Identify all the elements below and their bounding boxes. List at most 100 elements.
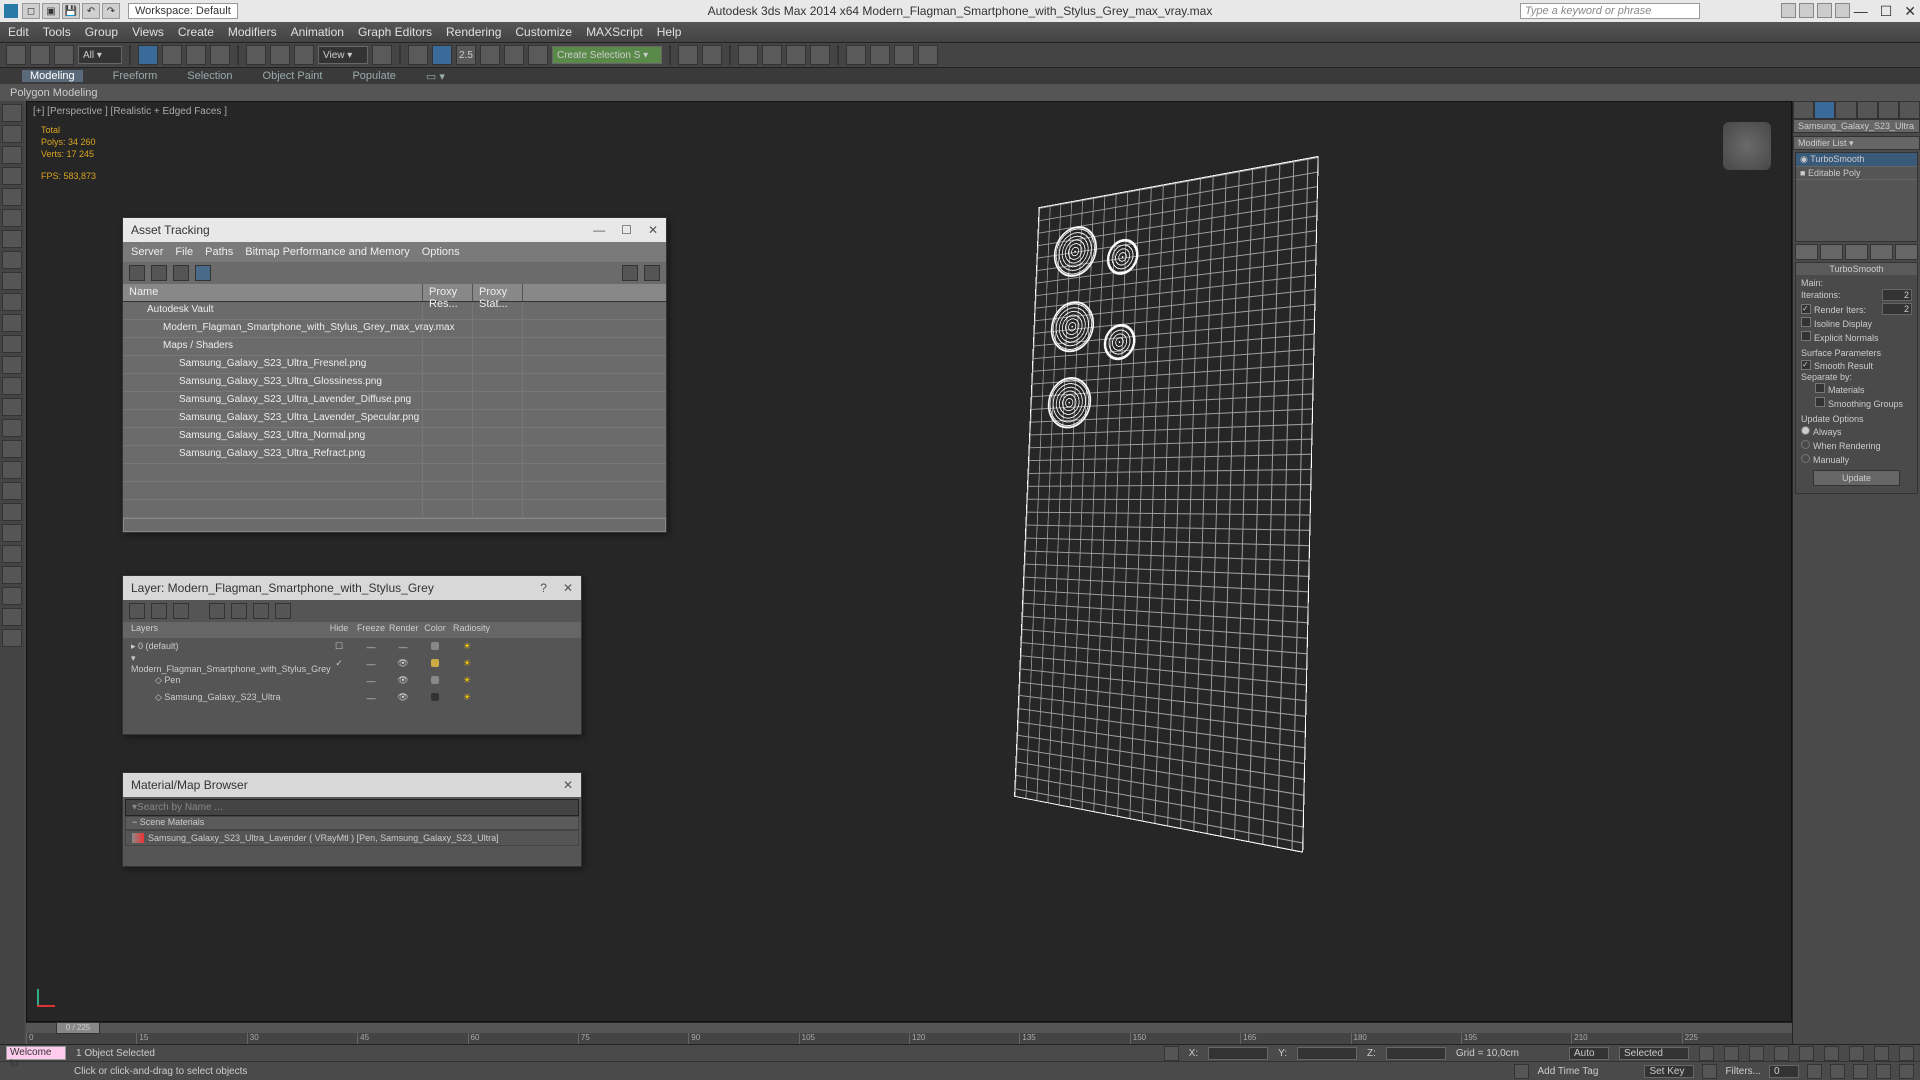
tab-motion-icon[interactable] [1857,101,1878,119]
radio[interactable] [1801,426,1810,435]
x-field[interactable] [1208,1047,1268,1060]
tool-icon[interactable] [2,566,22,584]
table-row[interactable]: Maps / Shaders [123,338,666,356]
new-layer-icon[interactable] [129,603,145,619]
radio[interactable] [1801,454,1810,463]
material-editor-icon[interactable] [810,45,830,65]
select-name-icon[interactable] [162,45,182,65]
angle-snap-icon[interactable]: 2.5 [456,45,476,65]
ribbon-expand-icon[interactable]: ▭ ▾ [426,70,445,83]
layer-row[interactable]: ▾ Modern_Flagman_Smartphone_with_Stylus_… [123,655,581,672]
tb-icon[interactable] [173,265,189,281]
tab-display-icon[interactable] [1878,101,1899,119]
tool-icon[interactable] [2,461,22,479]
edit-named-icon[interactable] [528,45,548,65]
menu-maxscript[interactable]: MAXScript [586,25,643,39]
nav-icon[interactable] [1853,1064,1868,1079]
remove-mod-icon[interactable] [1870,244,1893,260]
tool-icon[interactable] [2,314,22,332]
renderiters-spinner[interactable]: 2 [1882,303,1912,315]
tab-freeform[interactable]: Freeform [113,70,158,82]
maxscript-listener[interactable]: Welcome to [6,1046,66,1060]
next-frame-icon[interactable] [1774,1046,1789,1061]
open-icon[interactable]: ▣ [42,3,60,19]
refcoord-dropdown[interactable]: View ▾ [318,46,368,64]
tool-icon[interactable] [2,335,22,353]
snap-icon[interactable] [432,45,452,65]
schematic-icon[interactable] [786,45,806,65]
modifier-item[interactable]: ◉ TurboSmooth [1796,153,1917,167]
close-icon[interactable]: ✕ [563,778,573,792]
table-row[interactable]: Samsung_Galaxy_S23_Ultra_Glossiness.png [123,374,666,392]
pin-stack-icon[interactable] [1795,244,1818,260]
tool-icon[interactable] [2,587,22,605]
tb-icon[interactable] [209,603,225,619]
close-icon[interactable]: ✕ [1904,3,1916,20]
menu-group[interactable]: Group [85,25,118,39]
signin-icon[interactable] [1781,3,1796,18]
nav-icon[interactable] [1830,1064,1845,1079]
keyfilter-dropdown[interactable]: Selected [1619,1047,1689,1060]
nav-icon[interactable] [1849,1046,1864,1061]
tab-modeling[interactable]: Modeling [22,70,83,82]
close-icon[interactable]: ✕ [563,581,573,595]
bind-icon[interactable] [54,45,74,65]
tab-hierarchy-icon[interactable] [1835,101,1856,119]
panel-titlebar[interactable]: Layer: Modern_Flagman_Smartphone_with_St… [123,576,581,600]
object-name-field[interactable]: Samsung_Galaxy_S23_Ultra [1793,119,1920,133]
delete-layer-icon[interactable] [151,603,167,619]
tool-icon[interactable] [2,440,22,458]
tb-icon[interactable] [275,603,291,619]
tool-icon[interactable] [2,524,22,542]
rotate-icon[interactable] [270,45,290,65]
tb-icon[interactable] [195,265,211,281]
checkbox[interactable] [1801,331,1811,341]
table-row[interactable]: Samsung_Galaxy_S23_Ultra_Lavender_Diffus… [123,392,666,410]
spinner-snap-icon[interactable] [504,45,524,65]
window-crossing-icon[interactable] [210,45,230,65]
table-row[interactable]: Samsung_Galaxy_S23_Ultra_Fresnel.png [123,356,666,374]
time-slider-knob[interactable]: 0 / 225 [56,1022,100,1034]
add-to-layer-icon[interactable] [173,603,189,619]
tool-icon[interactable] [2,146,22,164]
radio[interactable] [1801,440,1810,449]
menu-grapheditors[interactable]: Graph Editors [358,25,432,39]
viewport-label[interactable]: [+] [Perspective ] [Realistic + Edged Fa… [33,106,227,117]
maximize-icon[interactable]: ☐ [1880,3,1893,20]
tool-icon[interactable] [2,545,22,563]
menu-help[interactable]: Help [657,25,682,39]
goto-end-icon[interactable] [1799,1046,1814,1061]
material-group[interactable]: − Scene Materials [125,816,579,830]
menu-modifiers[interactable]: Modifiers [228,25,277,39]
keyfilters-icon[interactable] [1702,1064,1717,1079]
help-icon[interactable] [1835,3,1850,18]
menu-views[interactable]: Views [132,25,164,39]
menu-paths[interactable]: Paths [205,246,233,258]
select-icon[interactable] [138,45,158,65]
goto-start-icon[interactable] [1699,1046,1714,1061]
tool-icon[interactable] [2,272,22,290]
z-field[interactable] [1386,1047,1446,1060]
time-slider[interactable]: 0 / 225 [26,1023,1792,1033]
checkbox[interactable] [1801,317,1811,327]
update-button[interactable]: Update [1813,470,1900,486]
viewcube[interactable] [1723,122,1771,170]
menu-server[interactable]: Server [131,246,163,258]
percent-snap-icon[interactable] [480,45,500,65]
layer-row[interactable]: ◇ Pen—👁☀ [123,672,581,689]
help-icon[interactable]: ? [540,581,547,595]
nav-icon[interactable] [1876,1064,1891,1079]
close-icon[interactable]: ✕ [648,223,658,237]
menu-animation[interactable]: Animation [291,25,344,39]
tab-modify-icon[interactable] [1814,101,1835,119]
rollout-title[interactable]: TurboSmooth [1796,263,1917,275]
table-row[interactable]: Samsung_Galaxy_S23_Ultra_Refract.png [123,446,666,464]
save-icon[interactable]: 💾 [62,3,80,19]
menu-edit[interactable]: Edit [8,25,29,39]
tb-icon[interactable] [644,265,660,281]
menu-tools[interactable]: Tools [43,25,71,39]
tb-icon[interactable] [622,265,638,281]
table-row[interactable]: Modern_Flagman_Smartphone_with_Stylus_Gr… [123,320,666,338]
help-search-input[interactable]: Type a keyword or phrase [1520,3,1700,19]
menu-customize[interactable]: Customize [515,25,572,39]
